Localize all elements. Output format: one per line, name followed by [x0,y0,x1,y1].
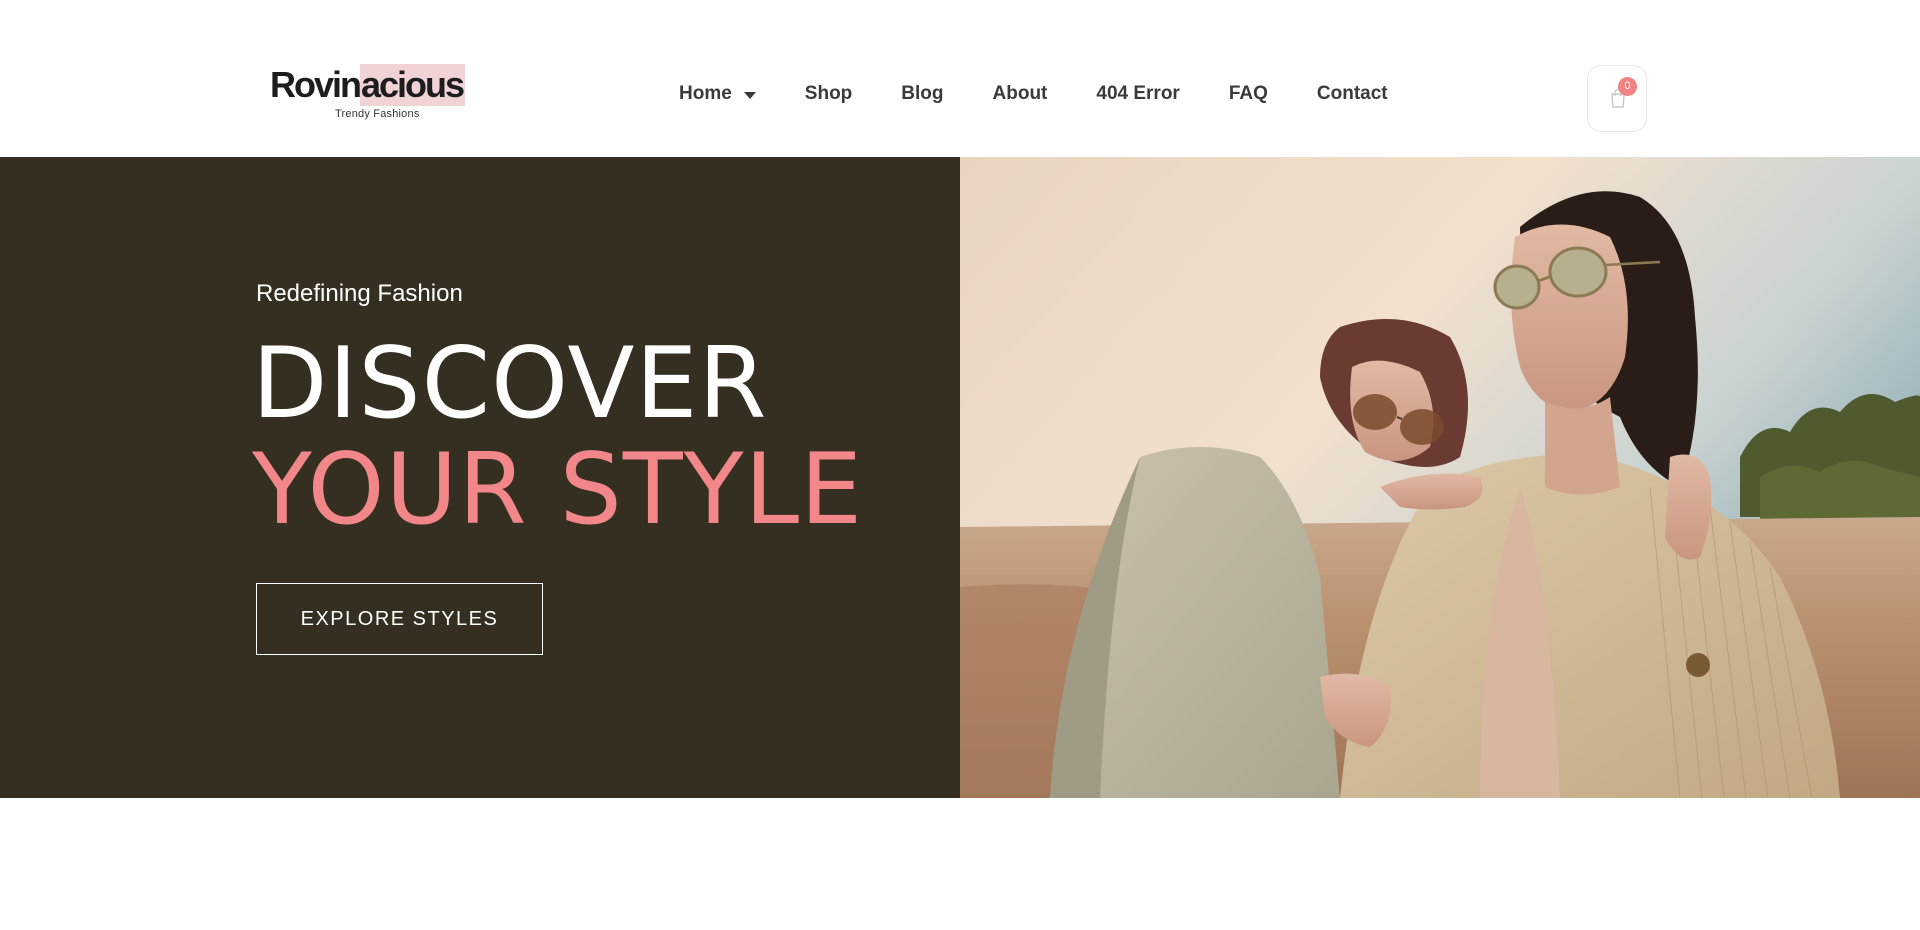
explore-styles-button[interactable]: EXPLORE STYLES [256,583,543,655]
cart-count-badge: 0 [1618,77,1637,96]
hero-photo [960,157,1920,798]
hero-headline-line2: YOUR STYLE [252,433,864,547]
nav-item-about[interactable]: About [993,83,1048,105]
nav-item-404-error[interactable]: 404 Error [1096,83,1179,105]
logo-wordmark: Rovin acious [270,64,465,106]
nav-item-faq[interactable]: FAQ [1229,83,1268,105]
chevron-down-icon[interactable] [743,91,756,99]
nav-item-contact[interactable]: Contact [1317,83,1388,105]
nav-item-home-label: Home [679,83,732,104]
brand-logo[interactable]: Rovin acious Trendy Fashions [270,64,482,124]
hero-section: Redefining Fashion DISCOVER YOUR STYLE E… [0,157,1920,798]
nav-item-blog[interactable]: Blog [901,83,943,105]
logo-text-part1: Rovin [270,64,362,105]
hero-headline-line1: DISCOVER [252,327,768,441]
hero-image [960,157,1920,798]
logo-tagline: Trendy Fashions [335,108,420,120]
main-nav: Home Shop Blog About 404 Error FAQ Conta… [679,80,1388,108]
site-header: Rovin acious Trendy Fashions Home Shop Bl… [0,0,1920,157]
nav-item-home[interactable]: Home [679,83,756,105]
hero-text-panel: Redefining Fashion DISCOVER YOUR STYLE E… [0,157,960,798]
logo-text-part2: acious [360,64,465,106]
hero-eyebrow: Redefining Fashion [256,280,463,307]
cart-button[interactable]: 0 [1587,65,1647,132]
nav-item-shop[interactable]: Shop [805,83,853,105]
